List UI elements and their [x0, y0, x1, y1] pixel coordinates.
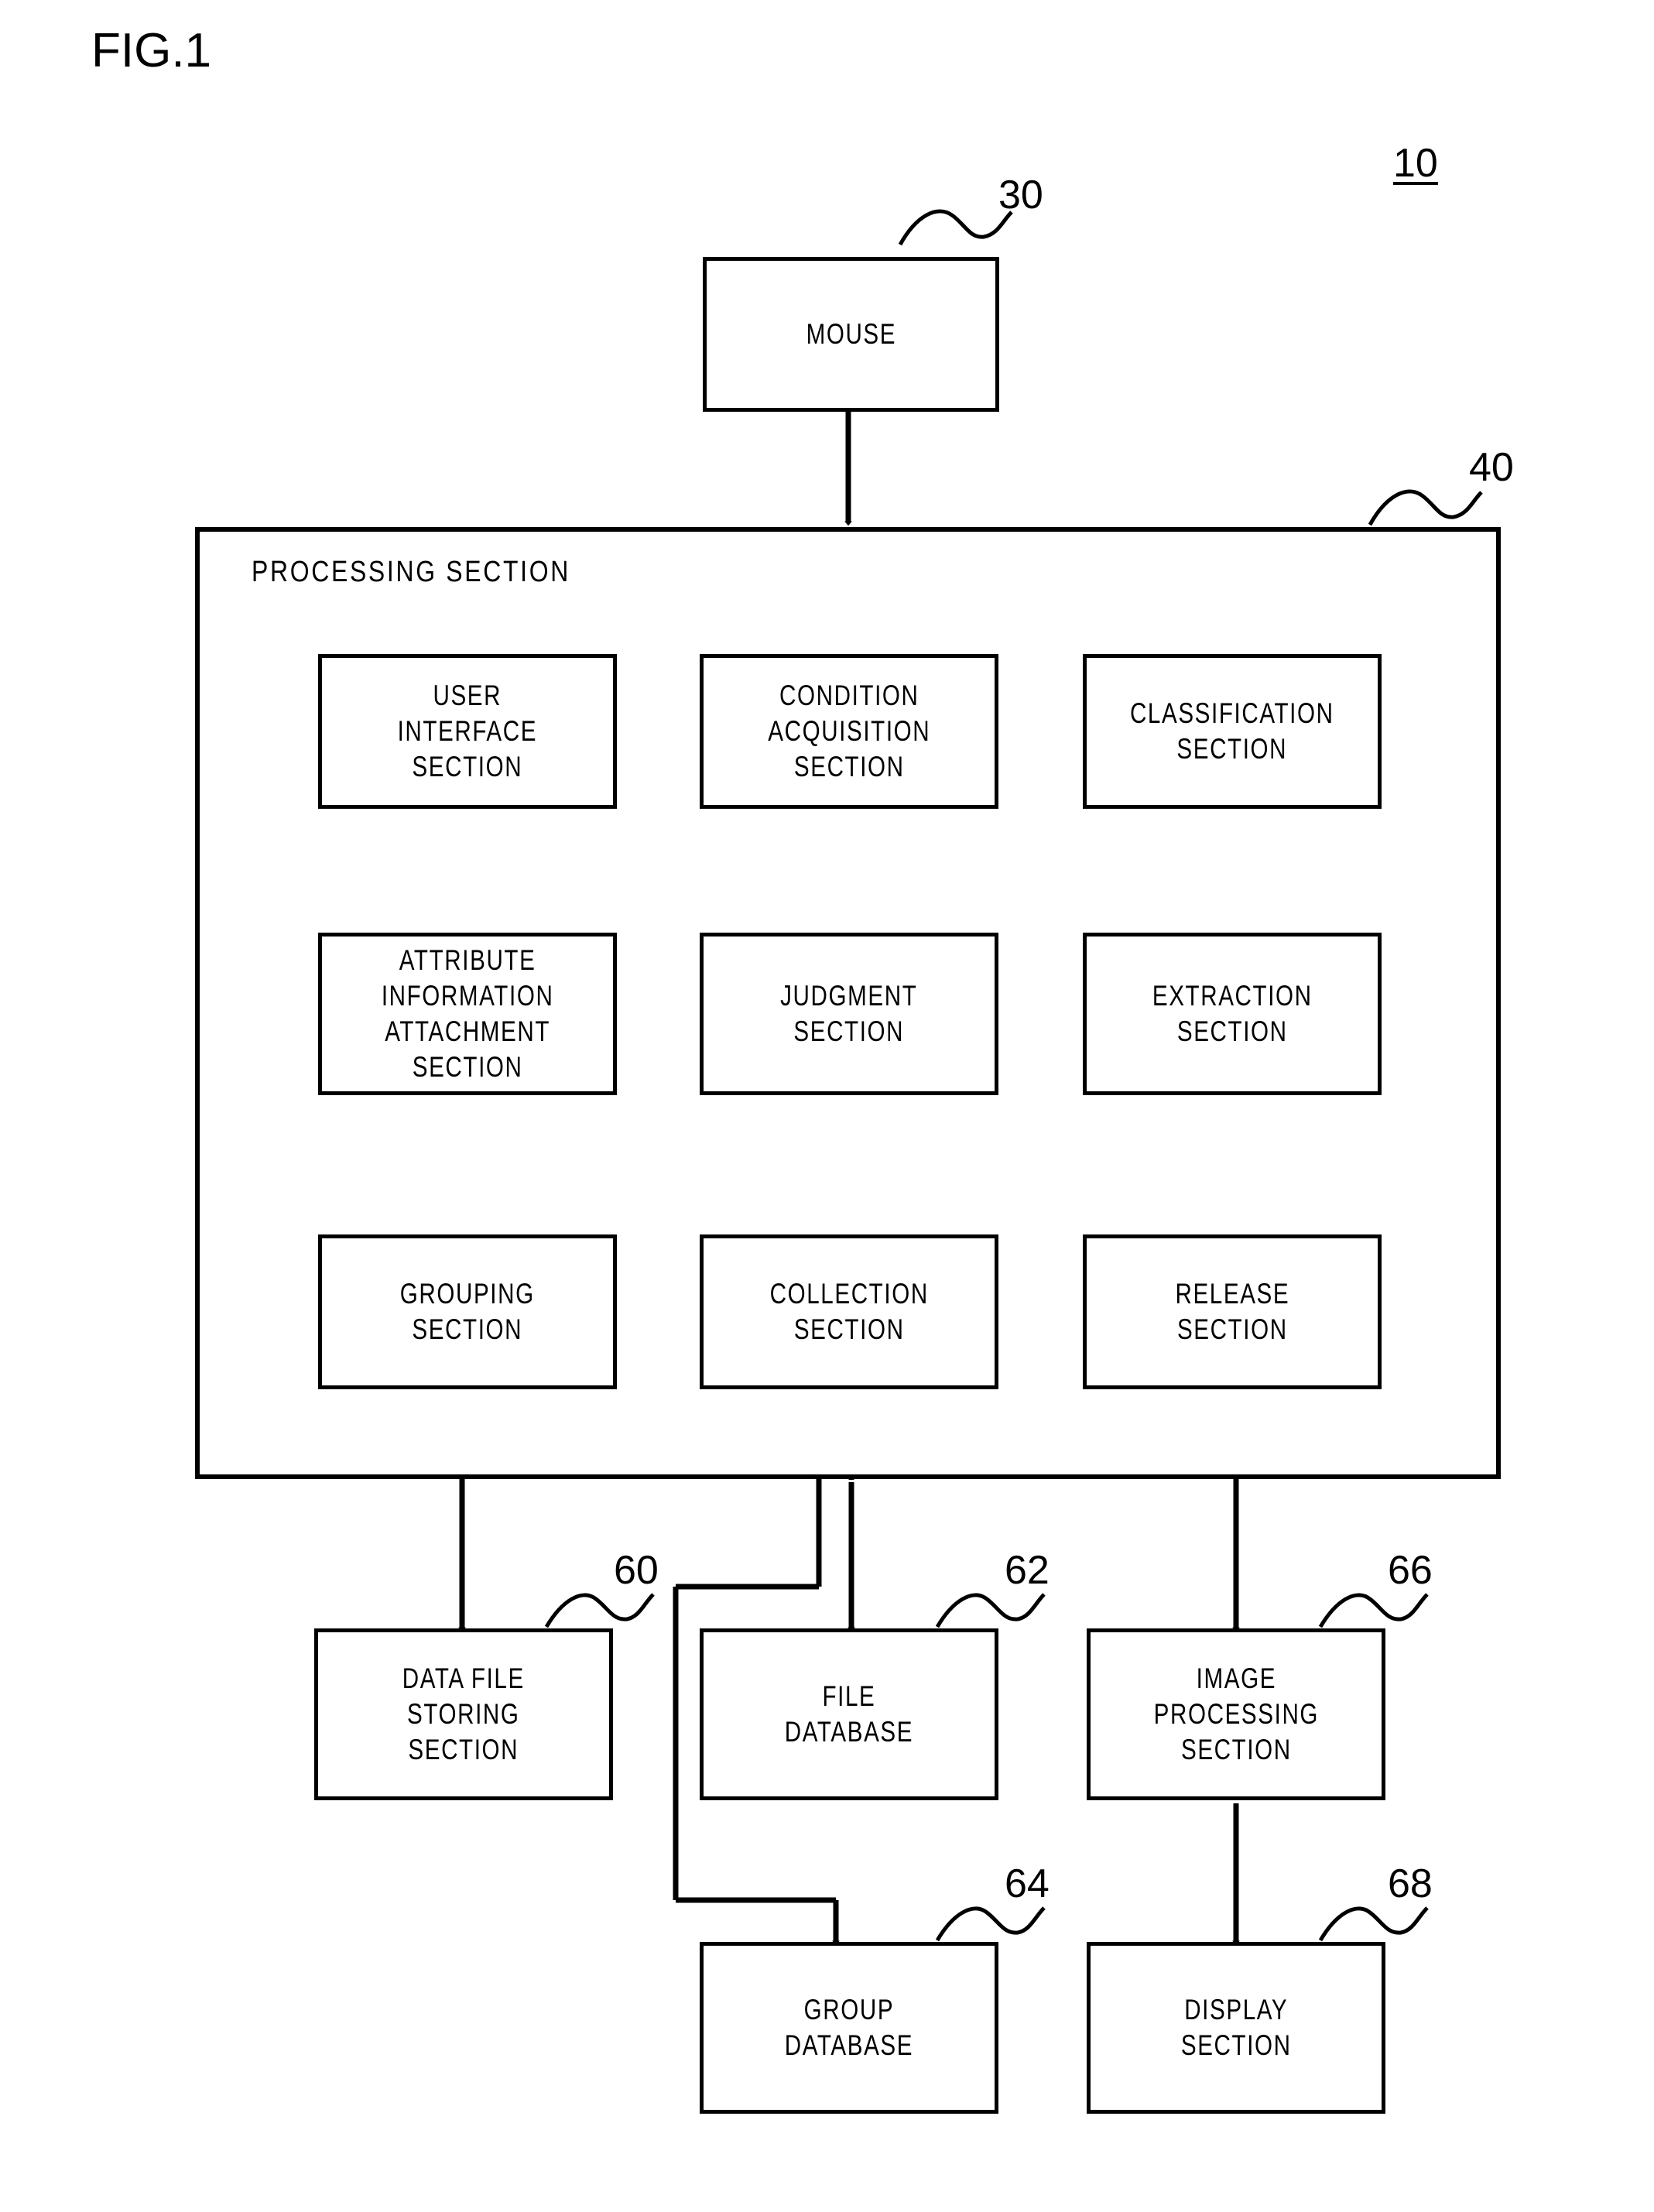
node-image-processing-section[interactable]: IMAGE PROCESSING SECTION [1087, 1628, 1385, 1800]
node-group-database[interactable]: GROUP DATABASE [700, 1942, 998, 2114]
ref-40: 40 [1469, 445, 1514, 490]
processing-section-title: PROCESSING SECTION [252, 556, 570, 588]
figure-canvas: FIG.1 10 30 40 60 62 66 64 68 MOUSE PROC… [0, 0, 1654, 2212]
node-user-interface-section-label: USER INTERFACE SECTION [397, 680, 538, 782]
node-extraction-section-label: EXTRACTION SECTION [1152, 980, 1313, 1047]
node-classification-section-label: CLASSIFICATION SECTION [1130, 697, 1334, 765]
node-release-section[interactable]: RELEASE SECTION [1083, 1234, 1382, 1389]
ref-60: 60 [614, 1548, 659, 1593]
node-data-file-storing-section[interactable]: DATA FILE STORING SECTION [314, 1628, 613, 1800]
ref-66: 66 [1388, 1548, 1433, 1593]
node-collection-section[interactable]: COLLECTION SECTION [700, 1234, 998, 1389]
node-display-section[interactable]: DISPLAY SECTION [1087, 1942, 1385, 2114]
ref-64: 64 [1005, 1861, 1050, 1906]
node-file-database[interactable]: FILE DATABASE [700, 1628, 998, 1800]
node-classification-section[interactable]: CLASSIFICATION SECTION [1083, 654, 1382, 809]
node-image-processing-section-label: IMAGE PROCESSING SECTION [1153, 1662, 1319, 1765]
node-condition-acquisition-section-label: CONDITION ACQUISITION SECTION [767, 680, 931, 782]
node-user-interface-section[interactable]: USER INTERFACE SECTION [318, 654, 617, 809]
ref-10: 10 [1393, 141, 1438, 186]
ref-68: 68 [1388, 1861, 1433, 1906]
node-release-section-label: RELEASE SECTION [1175, 1278, 1289, 1345]
node-extraction-section[interactable]: EXTRACTION SECTION [1083, 933, 1382, 1095]
node-attribute-information-attachment-section[interactable]: ATTRIBUTE INFORMATION ATTACHMENT SECTION [318, 933, 617, 1095]
ref-62: 62 [1005, 1548, 1050, 1593]
node-display-section-label: DISPLAY SECTION [1180, 1994, 1292, 2061]
node-collection-section-label: COLLECTION SECTION [769, 1278, 929, 1345]
node-judgment-section-label: JUDGMENT SECTION [780, 980, 918, 1047]
node-condition-acquisition-section[interactable]: CONDITION ACQUISITION SECTION [700, 654, 998, 809]
node-mouse[interactable]: MOUSE [703, 257, 999, 412]
node-data-file-storing-section-label: DATA FILE STORING SECTION [402, 1662, 526, 1765]
node-group-database-label: GROUP DATABASE [784, 1994, 914, 2061]
node-attribute-information-attachment-section-label: ATTRIBUTE INFORMATION ATTACHMENT SECTION [381, 944, 554, 1083]
node-grouping-section[interactable]: GROUPING SECTION [318, 1234, 617, 1389]
figure-title: FIG.1 [91, 24, 212, 77]
node-judgment-section[interactable]: JUDGMENT SECTION [700, 933, 998, 1095]
ref-30: 30 [998, 173, 1043, 217]
node-grouping-section-label: GROUPING SECTION [400, 1278, 535, 1345]
node-mouse-label: MOUSE [806, 318, 896, 350]
node-file-database-label: FILE DATABASE [784, 1680, 914, 1748]
